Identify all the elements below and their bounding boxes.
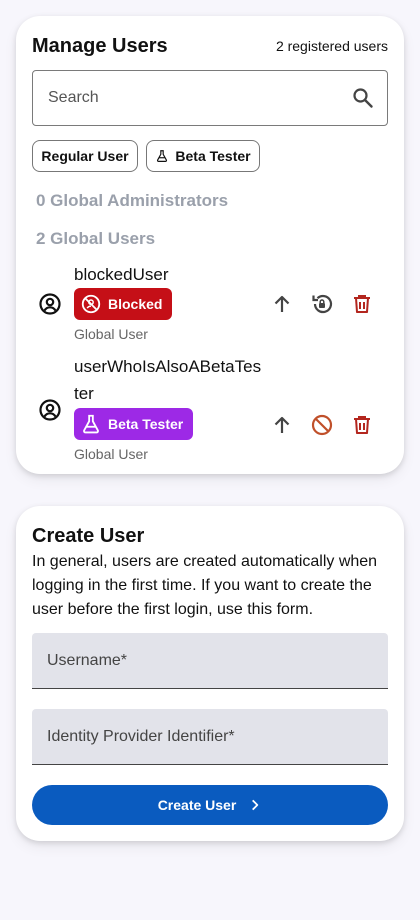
create-user-title: Create User xyxy=(32,525,145,547)
create-user-description: In general, users are created automatica… xyxy=(32,553,378,618)
restore-lock-button[interactable] xyxy=(308,290,336,318)
user-row-blockeduser: blockedUser Blocked Global User xyxy=(16,261,404,346)
create-user-button[interactable]: Create User xyxy=(32,785,388,825)
manage-users-title: Manage Users xyxy=(32,35,168,57)
registered-users-count: 2 registered users xyxy=(275,38,388,54)
user-name: userWhoIsAlsoABetaTester xyxy=(74,357,262,403)
manage-users-card: Manage Users 2 registered users Regular … xyxy=(16,16,404,474)
delete-icon xyxy=(354,295,370,313)
block-icon xyxy=(311,414,333,436)
delete-user-button[interactable] xyxy=(348,290,376,318)
flask-icon xyxy=(157,150,168,162)
create-user-button-label: Create User xyxy=(157,797,237,813)
restore-lock-icon xyxy=(312,294,333,314)
search-input[interactable] xyxy=(48,71,338,125)
search-field[interactable] xyxy=(32,70,388,126)
status-badge-blocked: Blocked xyxy=(74,288,173,320)
user-role: Global User xyxy=(74,446,148,462)
user-avatar-icon xyxy=(39,399,61,421)
promote-button[interactable] xyxy=(268,290,296,318)
filter-chip-label: Regular User xyxy=(41,148,129,164)
user-avatar-icon xyxy=(39,293,61,315)
delete-user-button[interactable] xyxy=(348,411,376,439)
arrow-up-icon xyxy=(274,295,290,312)
filter-chip-label: Beta Tester xyxy=(175,148,251,164)
user-name: blockedUser xyxy=(74,265,169,284)
chevron-right-icon xyxy=(252,799,259,811)
blocked-icon xyxy=(81,294,101,314)
badge-label: Blocked xyxy=(108,296,163,312)
username-field[interactable] xyxy=(32,633,388,689)
delete-icon xyxy=(354,416,370,434)
username-input[interactable] xyxy=(47,633,377,688)
search-icon[interactable] xyxy=(351,86,375,110)
user-role: Global User xyxy=(74,326,148,342)
arrow-up-icon xyxy=(274,416,290,433)
promote-button[interactable] xyxy=(268,411,296,439)
filter-chip-regular-user[interactable]: Regular User xyxy=(32,140,138,172)
status-badge-beta-tester: Beta Tester xyxy=(74,408,194,440)
block-user-button[interactable] xyxy=(308,411,336,439)
global-users-heading: 2 Global Users xyxy=(36,229,156,248)
user-row-userwhoisalsoabetatester: userWhoIsAlsoABetaTester Beta Tester Glo… xyxy=(16,353,404,468)
create-user-card: Create User In general, users are create… xyxy=(16,506,404,841)
global-administrators-heading: 0 Global Administrators xyxy=(36,191,229,210)
identity-provider-input[interactable] xyxy=(47,709,377,764)
badge-label: Beta Tester xyxy=(108,416,184,432)
flask-icon xyxy=(83,414,99,434)
identity-provider-field[interactable] xyxy=(32,709,388,765)
filter-chip-beta-tester[interactable]: Beta Tester xyxy=(146,140,260,172)
